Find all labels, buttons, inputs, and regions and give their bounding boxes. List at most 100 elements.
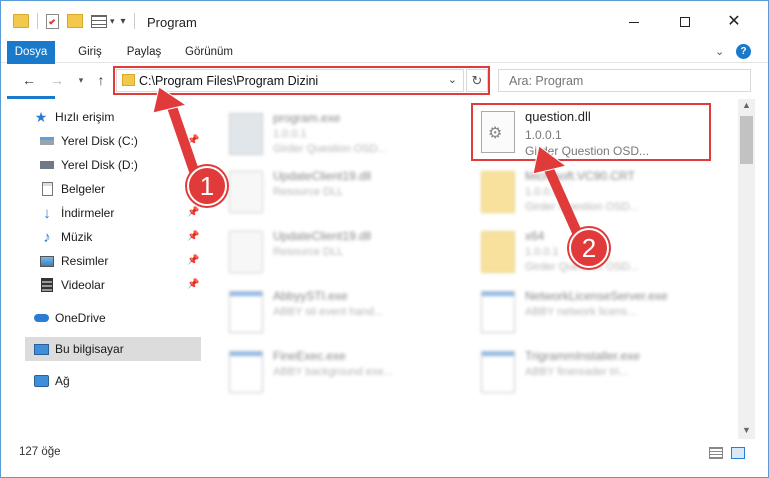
folder-icon (481, 231, 515, 273)
expand-ribbon-icon[interactable]: ⌄ (715, 45, 724, 58)
list-item[interactable]: AbbyySTI.exe ABBY sti event hand... (225, 287, 455, 347)
sidebar-item-network[interactable]: Ağ (33, 369, 201, 393)
minimize-icon (629, 21, 639, 23)
quick-access-toolbar: ▾ ▾ (13, 11, 135, 31)
sidebar-item-videos[interactable]: Videolar 📌 (39, 273, 201, 297)
download-icon: ↓ (43, 204, 51, 222)
list-item[interactable]: UpdateClient19.dll Resource DLL (225, 167, 455, 227)
sidebar-item-quick-access[interactable]: ★ Hızlı erişim (33, 105, 201, 129)
sidebar-item-label: Bu bilgisayar (55, 342, 124, 356)
file-description: Girder Question OSD... (525, 201, 639, 213)
chevron-down-icon[interactable]: ▼ (742, 425, 751, 435)
file-name: UpdateClient19.dll (273, 169, 372, 183)
chevron-down-icon: ▾ (78, 74, 84, 85)
sidebar-item-disk-c[interactable]: Yerel Disk (C:) 📌 (39, 129, 201, 153)
tab-view[interactable]: Görünüm (179, 41, 239, 63)
forward-button[interactable]: → (47, 70, 67, 90)
file-name: x64 (525, 229, 545, 243)
documents-icon (39, 181, 55, 197)
tab-home[interactable]: Giriş (67, 41, 113, 63)
sidebar-item-pictures[interactable]: Resimler 📌 (39, 249, 201, 273)
file-version: 1.0.0.1 (525, 246, 559, 258)
maximize-button[interactable] (662, 7, 708, 37)
file-description: ABBY network licens... (525, 306, 637, 318)
exe-file-icon (481, 291, 515, 333)
list-item[interactable]: FineExec.exe ABBY background exe... (225, 347, 455, 407)
cloud-icon (33, 310, 49, 326)
sidebar-item-music[interactable]: ♪ Müzik 📌 (39, 225, 201, 249)
toolbar-divider (133, 13, 135, 29)
sidebar-item-this-pc[interactable]: Bu bilgisayar (25, 337, 201, 361)
sidebar-item-documents[interactable]: Belgeler 📌 (39, 177, 201, 201)
minimize-button[interactable] (611, 7, 657, 37)
customize-toolbar-icon[interactable]: ▾ (121, 16, 126, 27)
title-bar: ▾ ▾ Program ✕ (1, 1, 768, 41)
vertical-scrollbar[interactable]: ▲ ▼ (738, 99, 755, 439)
pictures-icon (39, 253, 55, 269)
pin-icon[interactable]: 📌 (187, 135, 199, 146)
exe-file-icon (229, 113, 263, 155)
list-item[interactable]: NetworkLicenseServer.exe ABBY network li… (477, 287, 707, 347)
sidebar-item-label: OneDrive (55, 311, 106, 325)
maximize-icon (680, 17, 690, 27)
toolbar-divider (37, 13, 38, 29)
file-name: Microsoft.VC90.CRT (525, 169, 635, 183)
file-name: TrigrammInstaller.exe (525, 349, 640, 363)
sidebar-item-label: Belgeler (61, 182, 106, 196)
sidebar-item-label: Resimler (61, 254, 109, 268)
list-item[interactable]: Microsoft.VC90.CRT 1.0.0.1 Girder Questi… (477, 167, 707, 227)
pin-icon[interactable]: 📌 (187, 207, 199, 218)
star-icon: ★ (34, 108, 48, 125)
file-name: UpdateClient19.dll (273, 229, 372, 243)
sidebar-item-label: Hızlı erişim (55, 110, 115, 124)
file-highlight-box (471, 103, 711, 161)
close-button[interactable]: ✕ (711, 7, 757, 37)
dll-file-icon (229, 171, 263, 213)
recent-locations-button[interactable]: ▾ (71, 70, 91, 90)
search-input[interactable] (509, 70, 729, 91)
properties-icon[interactable] (46, 13, 59, 29)
file-name: program.exe (273, 111, 341, 125)
folder-icon (481, 171, 515, 213)
navigation-bar: ← → ▾ ↑ C:\Program Files\Program Dizini … (1, 64, 768, 96)
file-version: 1.0.0.1 (525, 186, 559, 198)
list-item[interactable]: program.exe 1.0.0.1 Girder Question OSD.… (225, 109, 455, 169)
list-item[interactable]: TrigrammInstaller.exe ABBY finereader tr… (477, 347, 707, 407)
help-icon[interactable]: ? (736, 44, 751, 59)
sidebar-item-onedrive[interactable]: OneDrive (33, 306, 201, 330)
chevron-down-icon[interactable]: ▾ (110, 16, 115, 27)
arrow-left-icon: ← (22, 72, 36, 88)
folder-icon[interactable] (13, 14, 29, 28)
sidebar-item-disk-d[interactable]: Yerel Disk (D:) (39, 153, 201, 177)
new-folder-icon[interactable] (67, 14, 83, 28)
file-description: Girder Question OSD... (273, 143, 387, 155)
tab-share[interactable]: Paylaş (119, 41, 169, 63)
sidebar-item-downloads[interactable]: ↓ İndirmeler 📌 (39, 201, 201, 225)
exe-file-icon (229, 351, 263, 393)
pin-icon[interactable]: 📌 (187, 255, 199, 266)
exe-file-icon (229, 291, 263, 333)
file-description: ABBY sti event hand... (273, 306, 383, 318)
sidebar-item-label: Yerel Disk (C:) (61, 134, 138, 148)
pin-icon[interactable]: 📌 (187, 231, 199, 242)
file-description: ABBY background exe... (273, 366, 393, 378)
chevron-up-icon[interactable]: ▲ (742, 100, 751, 110)
item-count: 127 öğe (19, 446, 61, 458)
file-description: Resource DLL (273, 186, 344, 198)
file-description: ABBY finereader tri... (525, 366, 629, 378)
file-name: FineExec.exe (273, 349, 346, 363)
back-button[interactable]: ← (19, 70, 39, 90)
sidebar-item-label: Yerel Disk (D:) (61, 158, 138, 172)
view-icon[interactable] (91, 14, 107, 28)
up-button[interactable]: ↑ (91, 70, 111, 90)
step-badge-2: 2 (569, 228, 609, 268)
explorer-window: ▾ ▾ Program ✕ Dosya Giriş Paylaş Görünüm… (0, 0, 769, 478)
details-view-icon[interactable] (709, 447, 723, 459)
search-box[interactable] (498, 69, 751, 92)
pin-icon[interactable]: 📌 (187, 279, 199, 290)
videos-icon (39, 277, 55, 293)
tiles-view-icon[interactable] (731, 447, 745, 459)
scrollbar-thumb[interactable] (740, 116, 753, 164)
list-item[interactable]: UpdateClient19.dll Resource DLL (225, 227, 455, 287)
close-icon: ✕ (727, 13, 741, 30)
